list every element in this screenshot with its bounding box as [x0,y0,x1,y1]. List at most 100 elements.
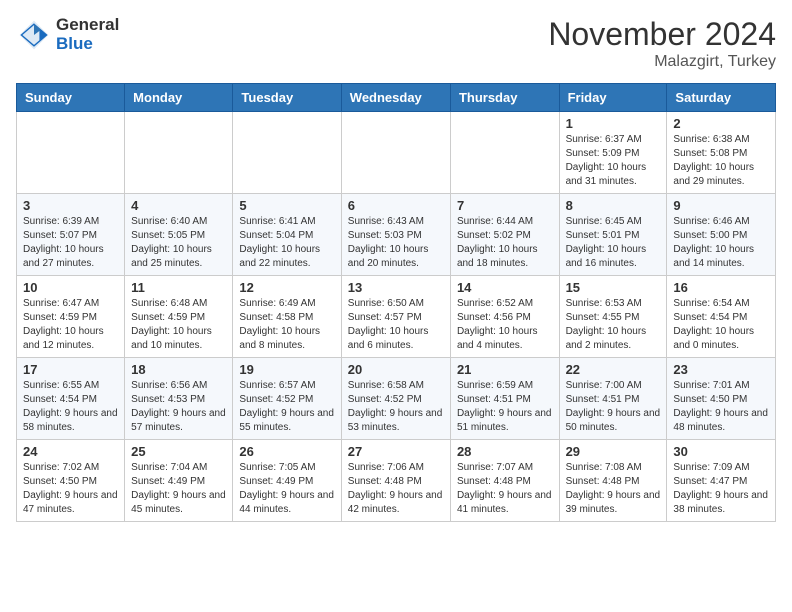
day-cell: 18 Sunrise: 6:56 AMSunset: 4:53 PMDayligh… [125,358,233,440]
day-number: 15 [566,280,661,295]
day-info: Sunrise: 7:08 AMSunset: 4:48 PMDaylight:… [566,461,661,517]
day-cell: 12 Sunrise: 6:49 AMSunset: 4:58 PMDayligh… [233,276,341,358]
day-number: 9 [673,198,769,213]
day-info: Sunrise: 7:02 AMSunset: 4:50 PMDaylight:… [23,461,118,517]
day-cell: 1Sunrise: 6:37 AMSunset: 5:09 PMDaylight… [559,112,667,194]
page-header: General Blue November 2024 Malazgirt, Tu… [16,16,776,71]
day-number: 28 [457,444,553,459]
day-cell: 2 Sunrise: 6:38 AMSunset: 5:08 PMDaylight… [667,112,776,194]
day-info: Sunrise: 7:09 AMSunset: 4:47 PMDaylight:… [673,461,769,517]
day-info: Sunrise: 6:40 AMSunset: 5:05 PMDaylight:… [131,215,226,271]
day-cell [450,112,559,194]
day-info: Sunrise: 6:58 AMSunset: 4:52 PMDaylight:… [348,379,444,435]
day-header-friday: Friday [559,84,667,112]
day-header-sunday: Sunday [17,84,125,112]
day-number: 12 [239,280,334,295]
day-number: 24 [23,444,118,459]
day-number: 19 [239,362,334,377]
logo-general: General [56,16,119,35]
day-info: Sunrise: 7:04 AMSunset: 4:49 PMDaylight:… [131,461,226,517]
month-title: November 2024 [548,16,776,53]
day-info: Sunrise: 6:56 AMSunset: 4:53 PMDaylight:… [131,379,226,435]
day-number: 14 [457,280,553,295]
day-info: Sunrise: 6:48 AMSunset: 4:59 PMDaylight:… [131,297,226,353]
day-cell: 25Sunrise: 7:04 AMSunset: 4:49 PMDayligh… [125,440,233,522]
day-cell: 22Sunrise: 7:00 AMSunset: 4:51 PMDayligh… [559,358,667,440]
location-title: Malazgirt, Turkey [548,53,776,71]
day-cell: 27 Sunrise: 7:06 AMSunset: 4:48 PMDayligh… [341,440,450,522]
calendar-header: SundayMondayTuesdayWednesdayThursdayFrid… [17,84,776,112]
day-number: 6 [348,198,444,213]
day-cell: 15Sunrise: 6:53 AMSunset: 4:55 PMDayligh… [559,276,667,358]
day-number: 17 [23,362,118,377]
day-info: Sunrise: 6:54 AMSunset: 4:54 PMDaylight:… [673,297,769,353]
day-number: 30 [673,444,769,459]
day-info: Sunrise: 7:05 AMSunset: 4:49 PMDaylight:… [239,461,334,517]
day-info: Sunrise: 6:37 AMSunset: 5:09 PMDaylight:… [566,133,661,189]
day-info: Sunrise: 6:46 AMSunset: 5:00 PMDaylight:… [673,215,769,271]
day-number: 10 [23,280,118,295]
day-header-wednesday: Wednesday [341,84,450,112]
day-number: 5 [239,198,334,213]
day-number: 27 [348,444,444,459]
day-info: Sunrise: 6:50 AMSunset: 4:57 PMDaylight:… [348,297,444,353]
day-number: 3 [23,198,118,213]
day-info: Sunrise: 6:38 AMSunset: 5:08 PMDaylight:… [673,133,769,189]
day-cell: 13 Sunrise: 6:50 AMSunset: 4:57 PMDayligh… [341,276,450,358]
day-cell: 24 Sunrise: 7:02 AMSunset: 4:50 PMDayligh… [17,440,125,522]
day-number: 20 [348,362,444,377]
day-number: 16 [673,280,769,295]
title-block: November 2024 Malazgirt, Turkey [548,16,776,71]
day-cell: 7 Sunrise: 6:44 AMSunset: 5:02 PMDaylight… [450,194,559,276]
day-header-thursday: Thursday [450,84,559,112]
day-number: 7 [457,198,553,213]
day-info: Sunrise: 7:07 AMSunset: 4:48 PMDaylight:… [457,461,553,517]
day-info: Sunrise: 7:06 AMSunset: 4:48 PMDaylight:… [348,461,444,517]
day-info: Sunrise: 6:55 AMSunset: 4:54 PMDaylight:… [23,379,118,435]
week-row-3: 10 Sunrise: 6:47 AMSunset: 4:59 PMDayligh… [17,276,776,358]
day-info: Sunrise: 6:49 AMSunset: 4:58 PMDaylight:… [239,297,334,353]
day-cell: 19 Sunrise: 6:57 AMSunset: 4:52 PMDayligh… [233,358,341,440]
day-cell: 23 Sunrise: 7:01 AMSunset: 4:50 PMDayligh… [667,358,776,440]
day-number: 2 [673,116,769,131]
week-row-5: 24 Sunrise: 7:02 AMSunset: 4:50 PMDayligh… [17,440,776,522]
day-cell: 30 Sunrise: 7:09 AMSunset: 4:47 PMDayligh… [667,440,776,522]
day-header-monday: Monday [125,84,233,112]
day-cell: 8 Sunrise: 6:45 AMSunset: 5:01 PMDaylight… [559,194,667,276]
day-info: Sunrise: 6:47 AMSunset: 4:59 PMDaylight:… [23,297,118,353]
day-cell [233,112,341,194]
day-cell: 21Sunrise: 6:59 AMSunset: 4:51 PMDayligh… [450,358,559,440]
day-info: Sunrise: 6:44 AMSunset: 5:02 PMDaylight:… [457,215,553,271]
day-header-tuesday: Tuesday [233,84,341,112]
day-number: 23 [673,362,769,377]
day-info: Sunrise: 6:45 AMSunset: 5:01 PMDaylight:… [566,215,661,271]
day-number: 4 [131,198,226,213]
calendar-body: 1Sunrise: 6:37 AMSunset: 5:09 PMDaylight… [17,112,776,522]
day-number: 18 [131,362,226,377]
day-info: Sunrise: 6:43 AMSunset: 5:03 PMDaylight:… [348,215,444,271]
day-cell: 14Sunrise: 6:52 AMSunset: 4:56 PMDayligh… [450,276,559,358]
day-number: 13 [348,280,444,295]
day-cell: 11 Sunrise: 6:48 AMSunset: 4:59 PMDayligh… [125,276,233,358]
day-cell: 29Sunrise: 7:08 AMSunset: 4:48 PMDayligh… [559,440,667,522]
day-cell: 20 Sunrise: 6:58 AMSunset: 4:52 PMDayligh… [341,358,450,440]
header-row: SundayMondayTuesdayWednesdayThursdayFrid… [17,84,776,112]
day-number: 8 [566,198,661,213]
day-number: 21 [457,362,553,377]
day-info: Sunrise: 6:41 AMSunset: 5:04 PMDaylight:… [239,215,334,271]
day-header-saturday: Saturday [667,84,776,112]
day-number: 22 [566,362,661,377]
day-number: 11 [131,280,226,295]
logo-icon [16,17,52,53]
day-cell: 5 Sunrise: 6:41 AMSunset: 5:04 PMDaylight… [233,194,341,276]
week-row-1: 1Sunrise: 6:37 AMSunset: 5:09 PMDaylight… [17,112,776,194]
day-cell [125,112,233,194]
day-cell: 17 Sunrise: 6:55 AMSunset: 4:54 PMDayligh… [17,358,125,440]
day-info: Sunrise: 6:57 AMSunset: 4:52 PMDaylight:… [239,379,334,435]
day-cell: 3 Sunrise: 6:39 AMSunset: 5:07 PMDaylight… [17,194,125,276]
day-info: Sunrise: 7:01 AMSunset: 4:50 PMDaylight:… [673,379,769,435]
day-info: Sunrise: 6:39 AMSunset: 5:07 PMDaylight:… [23,215,118,271]
day-cell: 26Sunrise: 7:05 AMSunset: 4:49 PMDayligh… [233,440,341,522]
day-cell: 4 Sunrise: 6:40 AMSunset: 5:05 PMDaylight… [125,194,233,276]
calendar-table: SundayMondayTuesdayWednesdayThursdayFrid… [16,83,776,522]
